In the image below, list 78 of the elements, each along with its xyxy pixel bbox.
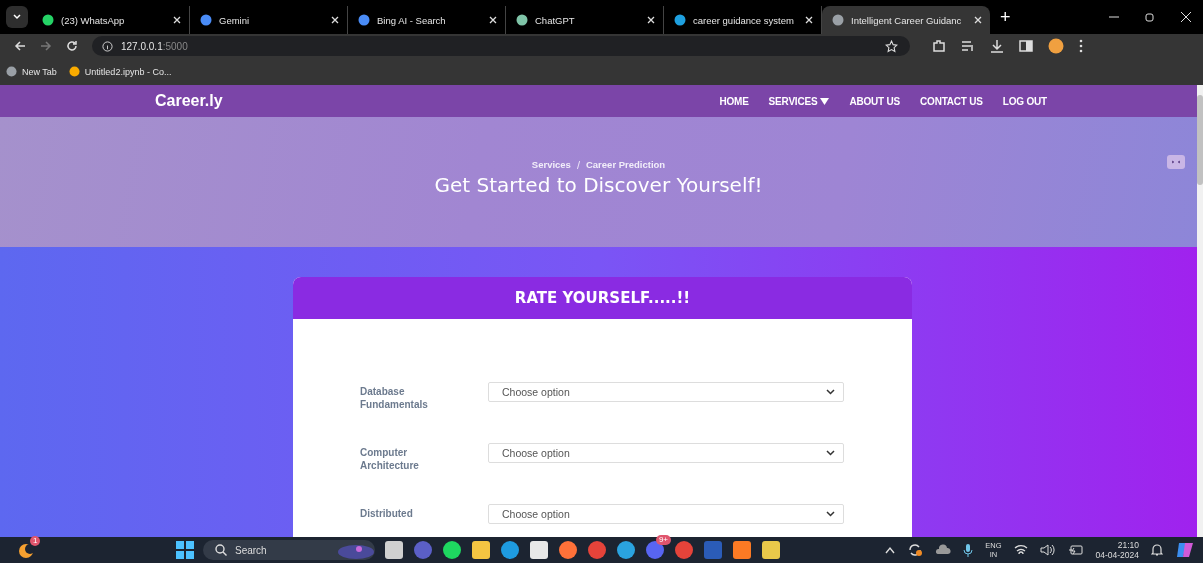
taskbar-app-icon[interactable] (529, 540, 549, 560)
microphone-icon[interactable] (963, 543, 974, 557)
reload-icon[interactable] (66, 40, 78, 52)
back-icon[interactable] (14, 40, 26, 52)
field-label: Computer Architecture (360, 446, 420, 472)
dropdown[interactable]: Choose option (488, 382, 844, 402)
restore-icon[interactable] (1145, 12, 1155, 22)
favicon-icon (358, 14, 370, 26)
brand-logo[interactable]: Career.ly (155, 92, 223, 111)
download-icon[interactable] (990, 39, 1004, 53)
field-label: Distributed (360, 507, 414, 520)
forward-icon[interactable] (40, 40, 52, 52)
close-icon[interactable] (974, 16, 982, 24)
favicon-icon (832, 14, 844, 26)
close-icon[interactable] (331, 16, 339, 24)
chat-icon[interactable] (1167, 155, 1185, 170)
chevron-up-icon[interactable] (885, 546, 896, 554)
nav-link[interactable]: SERVICES (768, 95, 830, 107)
side-panel-icon[interactable] (1019, 39, 1033, 53)
tab-search-button[interactable] (6, 6, 28, 28)
taskbar-app-icon[interactable] (616, 540, 636, 560)
dropdown[interactable]: Choose option (488, 504, 844, 524)
form-title: RATE YOURSELF.....!! (514, 289, 691, 307)
wifi-icon[interactable] (1013, 544, 1028, 556)
menu-icon[interactable] (1079, 39, 1083, 53)
close-icon[interactable] (647, 16, 655, 24)
scrollbar[interactable] (1197, 85, 1203, 537)
taskbar-app-icon[interactable] (442, 540, 462, 560)
notification-badge: 9+ (655, 535, 671, 545)
field-label: Database Fundamentals (360, 385, 429, 411)
cloud-icon[interactable] (935, 544, 952, 556)
search-icon (215, 544, 227, 556)
extensions-icon[interactable] (932, 39, 946, 53)
bell-icon[interactable] (1151, 543, 1163, 557)
taskbar-app-icon[interactable] (384, 540, 404, 560)
taskbar-app-icon[interactable] (732, 540, 752, 560)
taskbar-app-icon[interactable] (558, 540, 578, 560)
chevron-icon (826, 511, 835, 517)
star-icon[interactable] (885, 39, 898, 53)
favicon-icon (674, 14, 686, 26)
favicon-icon (516, 14, 528, 26)
avatar-icon[interactable] (1048, 38, 1064, 54)
dropdown[interactable]: Choose option (488, 443, 844, 463)
chevron-down-icon (12, 12, 22, 22)
close-icon[interactable] (173, 16, 181, 24)
breadcrumb-separator: / (576, 159, 580, 172)
nav-link[interactable]: HOME (719, 95, 749, 107)
info-icon (102, 40, 113, 52)
volume-icon[interactable] (1039, 544, 1056, 556)
taskbar-app-icon[interactable] (500, 540, 520, 560)
start-icon[interactable] (176, 541, 194, 559)
favicon-icon (200, 14, 212, 26)
chevron-icon (826, 389, 835, 395)
battery-icon[interactable] (1067, 544, 1084, 556)
new-tab-button[interactable]: + (1000, 7, 1011, 28)
close-icon[interactable] (1181, 12, 1191, 22)
address-field[interactable]: 127.0.0.1:5000 (92, 36, 910, 56)
clock[interactable]: 21:10 04-04-2024 (1095, 540, 1139, 560)
bookmark[interactable]: New Tab (6, 66, 57, 77)
browser-tab[interactable]: Intelligent Career Guidanc (822, 6, 990, 34)
notification-badge: 1 (30, 536, 41, 546)
favicon-icon (68, 66, 80, 77)
page-title: Get Started to Discover Yourself! (434, 173, 763, 198)
media-icon[interactable] (961, 39, 975, 53)
chevron-icon (826, 450, 835, 456)
nav-link[interactable]: CONTACT US (920, 95, 983, 107)
sync-icon[interactable] (907, 543, 924, 557)
nav-link[interactable]: LOG OUT (1002, 95, 1047, 107)
taskbar-app-icon[interactable] (761, 540, 781, 560)
taskbar-app-icon[interactable] (471, 540, 491, 560)
taskbar-search-field[interactable]: Search (203, 540, 375, 560)
close-icon[interactable] (805, 16, 813, 24)
copilot-icon[interactable] (1175, 541, 1195, 559)
bookmark[interactable]: Untitled2.ipynb - Co... (68, 66, 172, 77)
favicon-icon (6, 66, 17, 77)
nav-link[interactable]: ABOUT US (849, 95, 901, 107)
close-icon[interactable] (489, 16, 497, 24)
favicon-icon (42, 14, 54, 26)
